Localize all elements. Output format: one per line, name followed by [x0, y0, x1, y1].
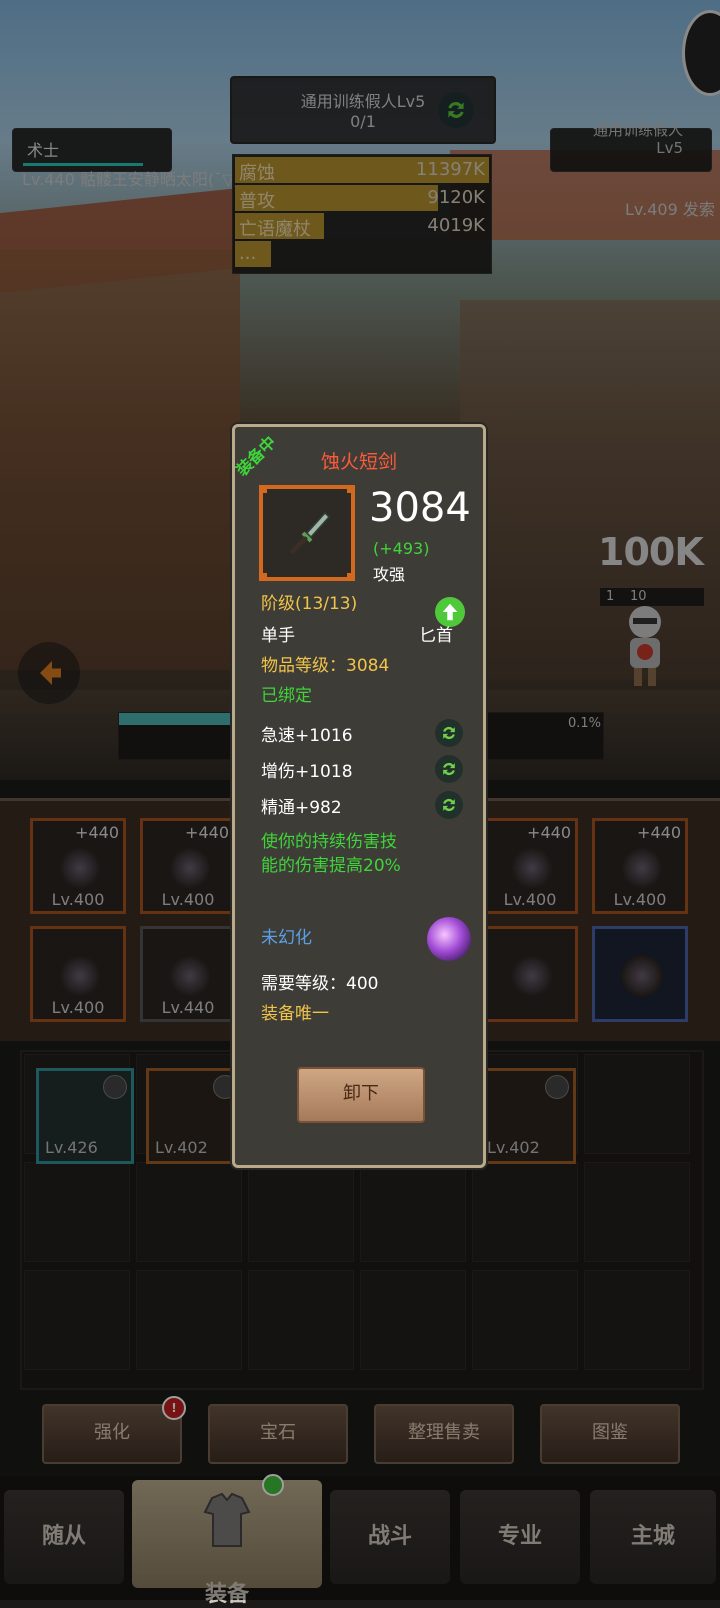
- stat-damage: 增伤+1018: [261, 762, 353, 782]
- item-score: 3084: [369, 485, 471, 531]
- effect-text-2: 能的伤害提高20%: [261, 856, 401, 876]
- item-icon-frame: [259, 485, 355, 581]
- required-level: 需要等级：400: [261, 974, 379, 994]
- bound-status: 已绑定: [261, 686, 312, 706]
- item-name: 蚀火短剑: [320, 451, 397, 473]
- item-tier: 阶级(13/13): [261, 594, 358, 614]
- score-type: 攻强: [373, 565, 406, 584]
- reroll-icon[interactable]: [435, 719, 463, 747]
- frame-corner: [259, 485, 267, 493]
- score-delta: (+493): [373, 539, 430, 558]
- dagger-icon: [290, 511, 331, 554]
- reroll-icon[interactable]: [435, 755, 463, 783]
- effect-text-1: 使你的持续伤害技: [261, 832, 397, 852]
- frame-corner: [347, 485, 355, 493]
- transmog-status: 未幻化: [261, 928, 312, 948]
- stat-mastery: 精通+982: [261, 798, 342, 818]
- unique-equip: 装备唯一: [261, 1004, 329, 1024]
- item-hand: 单手: [261, 626, 295, 646]
- item-detail-popup: 装备中 蚀火短剑 3084 (+493) 攻强 阶级(13/13) 单手 匕首 …: [232, 424, 486, 1168]
- transmog-orb-icon[interactable]: [427, 917, 471, 961]
- reroll-icon[interactable]: [435, 791, 463, 819]
- weapon-type: 匕首: [419, 626, 453, 646]
- stat-haste: 急速+1016: [261, 726, 353, 746]
- frame-corner: [259, 573, 267, 581]
- item-level: 物品等级：3084: [261, 656, 390, 676]
- unequip-button[interactable]: 卸下: [297, 1067, 425, 1123]
- frame-corner: [347, 573, 355, 581]
